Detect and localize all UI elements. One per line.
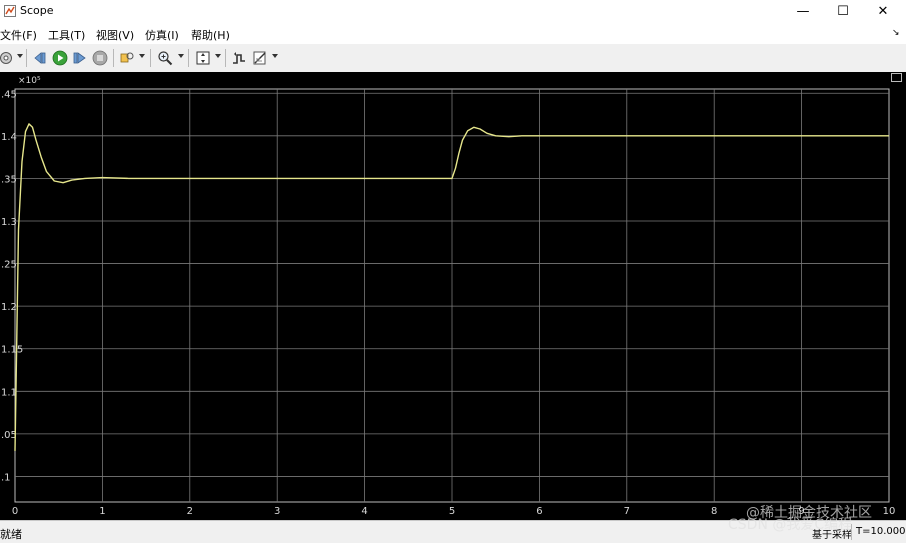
highlight-icon[interactable] [119,50,135,66]
autoscale-icon[interactable] [195,50,211,66]
triggers-icon[interactable] [231,50,247,66]
menu-simulation[interactable]: 仿真(I) [145,27,179,43]
menu-tools[interactable]: 工具(T) [48,27,85,43]
toolbar-divider [26,49,27,67]
maximize-button[interactable]: ☐ [826,0,860,24]
y-tick-label: 1.4 [1,132,17,143]
y-tick-label: .35 [1,174,17,185]
step-forward-icon[interactable] [72,50,88,66]
x-tick-label: 5 [449,506,455,517]
toolbar-divider [150,49,151,67]
menu-bar: 文件(F) 工具(T) 视图(V) 仿真(I) 帮助(H) ↘ [0,24,906,44]
zoom-dropdown-icon[interactable] [178,54,184,58]
watermark-csdn: CSDN @我爱C编程 [728,517,853,533]
measurements-icon[interactable] [252,50,268,66]
menu-help[interactable]: 帮助(H) [191,27,230,43]
window-title: Scope [20,4,54,17]
run-icon[interactable] [52,50,68,66]
scope-plot[interactable]: 0 1 2 3 4 5 6 7 8 9 10.1.051.11.151.2.251.3.351.4.… [0,72,906,520]
zoom-icon[interactable] [157,50,173,66]
pin-icon[interactable]: ↘ [892,28,900,38]
y-tick-label: .25 [1,260,17,271]
y-tick-label: .45 [1,89,17,100]
menu-file[interactable]: 文件(F) [0,27,37,43]
highlight-dropdown-icon[interactable] [139,54,145,58]
x-tick-label: 10 [883,506,896,517]
y-tick-label: .1 [1,472,11,483]
x-tick-label: 2 [187,506,193,517]
settings-dropdown-icon[interactable] [17,54,23,58]
menu-view[interactable]: 视图(V) [96,27,134,43]
x-tick-label: 1 [99,506,105,517]
x-tick-label: 8 [711,506,717,517]
y-exponent-label: ×10⁵ [18,76,41,86]
toolbar-divider [188,49,189,67]
matlab-logo-icon [4,5,16,17]
autoscale-dropdown-icon[interactable] [215,54,221,58]
close-button[interactable]: ✕ [866,0,900,24]
undock-icon[interactable] [891,73,902,82]
minimize-button[interactable]: — [786,0,820,24]
y-tick-label: 1.2 [1,302,17,313]
toolbar-divider [225,49,226,67]
toolbar [0,44,906,73]
stop-icon[interactable] [92,50,108,66]
measurements-dropdown-icon[interactable] [272,54,278,58]
x-tick-label: 7 [624,506,630,517]
x-tick-label: 4 [361,506,367,517]
toolbar-divider [113,49,114,67]
y-tick-label: 1.1 [1,387,17,398]
y-tick-label: 1.15 [1,345,23,356]
settings-icon[interactable] [0,50,14,66]
y-tick-label: 1.3 [1,217,17,228]
x-tick-label: 0 [12,506,18,517]
x-tick-label: 6 [536,506,542,517]
title-bar: Scope — ☐ ✕ [0,0,906,24]
simulation-time-label: T=10.000 [856,526,906,537]
step-back-icon[interactable] [32,50,48,66]
x-tick-label: 3 [274,506,280,517]
status-text: 就绪 [0,528,22,541]
